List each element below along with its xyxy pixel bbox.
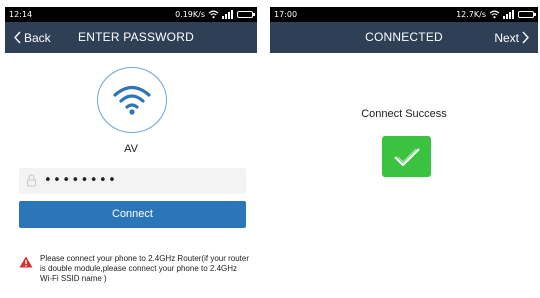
chevron-left-icon — [14, 31, 21, 44]
next-button[interactable]: Next — [494, 22, 530, 53]
status-time: 17:00 — [274, 10, 298, 19]
connected-screen: 17:00 12.7K/s CONNECTED Next Connect Suc… — [270, 0, 538, 298]
wifi-badge — [97, 67, 167, 133]
nav-bar: Back ENTER PASSWORD — [5, 22, 257, 53]
check-icon — [393, 147, 420, 166]
success-badge — [382, 136, 431, 177]
next-label: Next — [494, 30, 519, 45]
network-speed: 12.7K/s — [456, 10, 486, 19]
warning-text: Please connect your phone to 2.4GHz Rout… — [40, 254, 249, 283]
password-value: •••••••• — [44, 173, 118, 188]
wifi-status-icon — [489, 10, 500, 19]
warning-triangle-icon — [19, 256, 33, 268]
connect-button[interactable]: Connect — [19, 201, 246, 228]
network-speed: 0.19K/s — [175, 10, 205, 19]
enter-password-screen: 12:14 0.19K/s Back ENTER PASSWORD AV •••… — [5, 0, 257, 298]
network-name: AV — [124, 143, 138, 155]
battery-icon — [237, 11, 255, 18]
battery-icon — [518, 11, 536, 18]
signal-icon — [503, 10, 514, 19]
status-bar: 12:14 0.19K/s — [5, 7, 257, 22]
status-time: 12:14 — [9, 10, 33, 19]
success-message: Connect Success — [361, 108, 447, 120]
status-bar: 17:00 12.7K/s — [270, 7, 538, 22]
page-title: ENTER PASSWORD — [78, 30, 194, 44]
chevron-right-icon — [522, 31, 529, 44]
wifi-icon — [113, 85, 151, 115]
password-field[interactable]: •••••••• — [19, 168, 246, 194]
signal-icon — [222, 10, 233, 19]
wifi-status-icon — [208, 10, 219, 19]
nav-bar: CONNECTED Next — [270, 22, 538, 53]
lock-icon — [26, 174, 37, 187]
